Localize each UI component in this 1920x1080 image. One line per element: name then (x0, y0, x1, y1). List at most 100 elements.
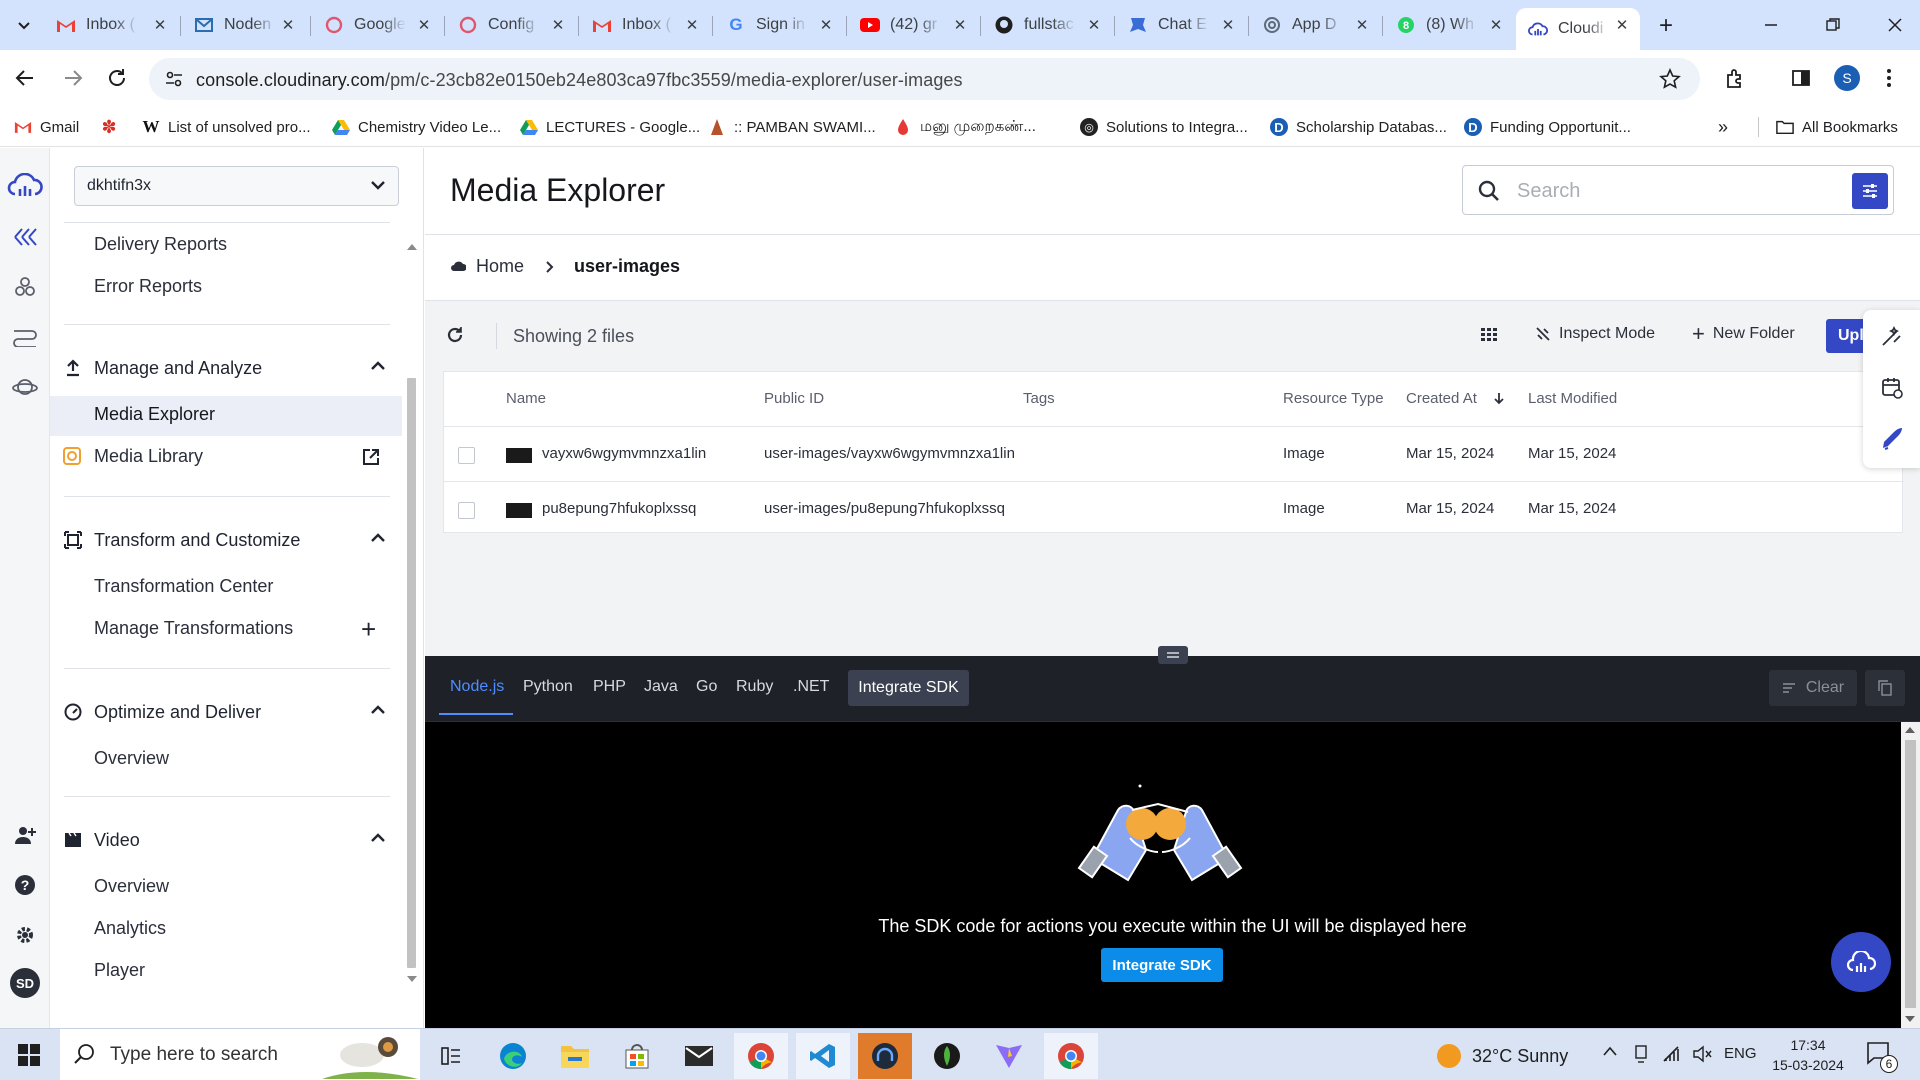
vscode-icon[interactable] (796, 1033, 850, 1079)
scroll-up-icon[interactable] (1905, 727, 1915, 733)
section-optimize-and-deliver[interactable]: Optimize and Deliver (62, 698, 392, 726)
column-header-last-modified[interactable]: Last Modified (1528, 390, 1617, 407)
browser-tab[interactable]: Google ✕ (312, 8, 442, 42)
section-transform-and-customize[interactable]: Transform and Customize (62, 526, 392, 554)
mail-icon[interactable] (672, 1033, 726, 1079)
nav-transformation-center[interactable]: Transformation Center (94, 576, 273, 597)
mongodb-compass-icon[interactable] (920, 1033, 974, 1079)
chrome-icon[interactable] (734, 1033, 788, 1079)
browser-tab[interactable]: 8 (8) Wh ✕ (1384, 8, 1514, 42)
column-header-resource-type[interactable]: Resource Type (1283, 390, 1384, 407)
close-window-icon[interactable] (1884, 14, 1906, 36)
sdk-scrollbar[interactable] (1901, 722, 1920, 1028)
add-icon[interactable]: + (361, 616, 376, 642)
chrome-profile-icon[interactable] (1044, 1033, 1098, 1079)
refresh-icon[interactable] (446, 326, 464, 344)
video-api-icon[interactable] (10, 322, 40, 352)
nav-manage-transformations[interactable]: Manage Transformations (94, 618, 293, 639)
integrate-sdk-tab-button[interactable]: Integrate SDK (848, 670, 969, 706)
inspect-mode-button[interactable]: Inspect Mode (1535, 325, 1655, 343)
browser-tab-active[interactable]: Cloudi ✕ (1516, 8, 1640, 50)
bookmark-item[interactable]: :: PAMBAN SWAMI... (708, 115, 876, 139)
assets-icon[interactable] (10, 222, 40, 252)
section-manage-and-analyze[interactable]: Manage and Analyze (62, 354, 392, 382)
nav-video-overview[interactable]: Overview (94, 876, 169, 897)
invite-user-icon[interactable] (10, 820, 40, 850)
close-tab-icon[interactable]: ✕ (1220, 17, 1236, 34)
sidebar-scroll-thumb[interactable] (407, 378, 416, 968)
weather-widget[interactable]: 32°C Sunny (1436, 1043, 1568, 1069)
close-tab-icon[interactable]: ✕ (1086, 17, 1102, 34)
integrate-sdk-button[interactable]: Integrate SDK (1101, 948, 1223, 982)
close-tab-icon[interactable]: ✕ (1354, 17, 1370, 34)
column-header-created-at[interactable]: Created At (1406, 390, 1477, 407)
reload-icon[interactable] (106, 67, 128, 89)
edge-icon[interactable] (486, 1033, 540, 1079)
close-tab-icon[interactable]: ✕ (684, 17, 700, 34)
language-indicator[interactable]: ENG (1724, 1045, 1757, 1062)
bookmark-item[interactable]: மனு முறைகண்... (894, 115, 1036, 139)
browser-tab[interactable]: Inbox ( ✕ (580, 8, 710, 42)
column-header-public-id[interactable]: Public ID (764, 390, 824, 407)
tab-php[interactable]: PHP (593, 678, 626, 696)
tab-java[interactable]: Java (644, 678, 678, 696)
marketplace-icon[interactable] (10, 372, 40, 402)
scroll-up-icon[interactable] (407, 244, 417, 250)
table-row[interactable]: pu8epung7hfukoplxssq user-images/pu8epun… (444, 481, 1904, 536)
close-tab-icon[interactable]: ✕ (952, 17, 968, 34)
microsoft-store-icon[interactable] (610, 1033, 664, 1079)
extensions-icon[interactable] (1724, 67, 1746, 89)
search-box[interactable] (1462, 165, 1894, 215)
restore-icon[interactable] (1822, 14, 1844, 36)
close-tab-icon[interactable]: ✕ (1488, 17, 1504, 34)
browser-tab[interactable]: (42) gr ✕ (848, 8, 978, 42)
nav-video-player[interactable]: Player (94, 960, 145, 981)
scroll-down-icon[interactable] (407, 976, 417, 982)
external-link-icon[interactable] (362, 448, 380, 466)
back-icon[interactable] (14, 67, 36, 89)
tab-dotnet[interactable]: .NET (793, 678, 829, 696)
more-menu-icon[interactable] (1886, 67, 1892, 89)
bookmark-item[interactable]: ◎ Solutions to Integra... (1080, 115, 1248, 139)
clear-button[interactable]: Clear (1769, 670, 1857, 706)
row-checkbox[interactable] (458, 447, 475, 464)
bookmark-item[interactable]: Chemistry Video Le... (332, 115, 501, 139)
new-tab-icon[interactable]: + (1652, 12, 1680, 40)
device-icon[interactable] (1632, 1045, 1650, 1063)
copy-button[interactable] (1865, 670, 1905, 706)
more-bookmarks-icon[interactable]: » (1718, 115, 1728, 139)
taskbar-clock[interactable]: 17:34 15-03-2024 (1768, 1035, 1848, 1075)
cell-name[interactable]: vayxw6wgymvmnzxa1lin (542, 445, 706, 462)
help-icon[interactable]: ? (10, 870, 40, 900)
bookmark-item[interactable]: D Funding Opportunit... (1464, 115, 1631, 139)
nav-media-library[interactable]: Media Library (94, 446, 203, 467)
section-video[interactable]: Video (62, 826, 392, 854)
support-chat-button[interactable] (1831, 932, 1891, 992)
bookmark-item[interactable]: D Scholarship Databas... (1270, 115, 1447, 139)
magic-wand-icon[interactable] (1880, 324, 1904, 348)
file-explorer-icon[interactable] (548, 1033, 602, 1079)
bookmark-item[interactable]: LECTURES - Google... (520, 115, 700, 139)
settings-gear-icon[interactable] (10, 920, 40, 950)
nav-error-reports[interactable]: Error Reports (94, 276, 202, 297)
bookmark-item[interactable]: ✽ (100, 115, 126, 139)
tab-nodejs[interactable]: Node.js (450, 678, 504, 696)
column-header-tags[interactable]: Tags (1023, 390, 1055, 407)
integrations-icon[interactable] (10, 272, 40, 302)
close-tab-icon[interactable]: ✕ (818, 17, 834, 34)
minimize-icon[interactable] (1760, 14, 1782, 36)
browser-tab[interactable]: App D ✕ (1250, 8, 1380, 42)
all-bookmarks[interactable]: All Bookmarks (1776, 115, 1898, 139)
close-tab-icon[interactable]: ✕ (550, 17, 566, 34)
nav-delivery-reports[interactable]: Delivery Reports (94, 234, 227, 255)
bookmark-star-icon[interactable] (1659, 68, 1681, 90)
table-row[interactable]: vayxw6wgymvmnzxa1lin user-images/vayxw6w… (444, 426, 1904, 481)
close-tab-icon[interactable]: ✕ (416, 17, 432, 34)
sidebar-scrollbar[interactable] (402, 238, 420, 988)
bookmark-item[interactable]: Gmail (14, 115, 79, 139)
nav-video-analytics[interactable]: Analytics (94, 918, 166, 939)
tab-go[interactable]: Go (696, 678, 717, 696)
calendar-refresh-icon[interactable] (1880, 376, 1904, 400)
side-panel-icon[interactable] (1790, 67, 1812, 89)
nav-media-explorer[interactable]: Media Explorer (94, 404, 215, 425)
